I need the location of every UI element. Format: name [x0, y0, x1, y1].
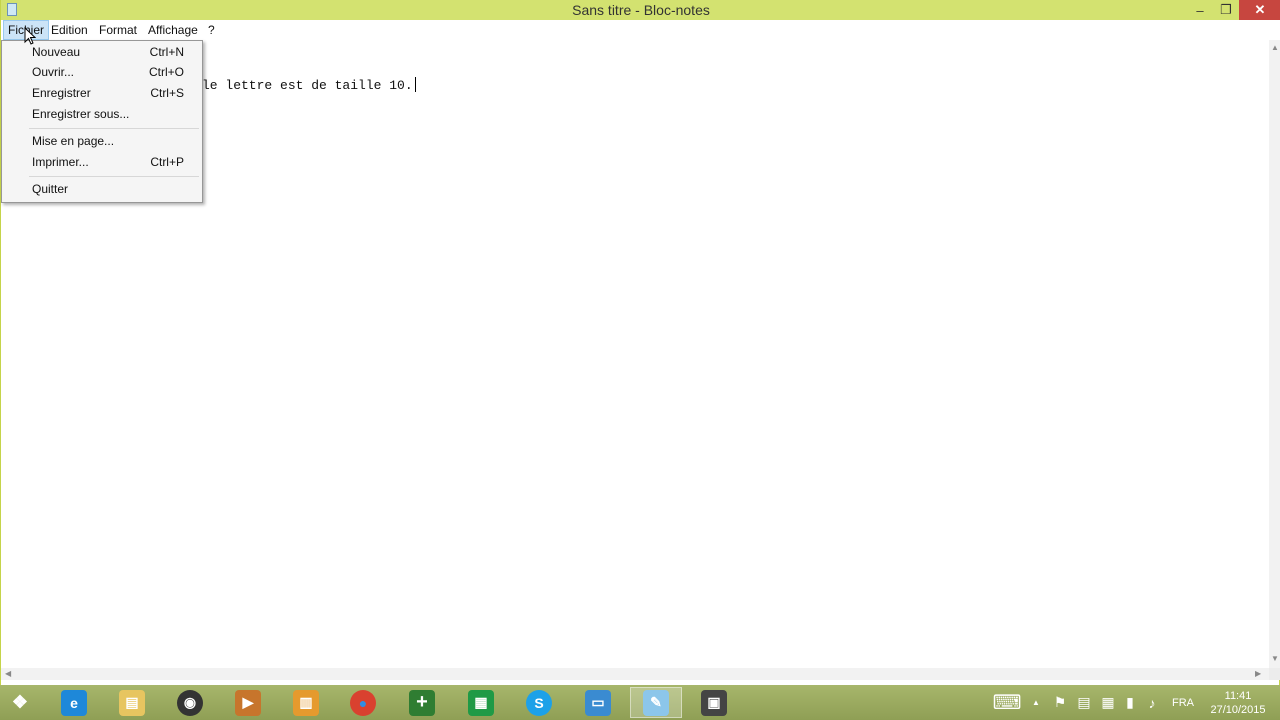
scroll-left-icon[interactable]: ◀ [5, 669, 11, 678]
menu-affichage[interactable]: Affichage [144, 20, 202, 40]
menu-item-label: Enregistrer sous... [32, 107, 130, 121]
clock-time: 11:41 [1224, 690, 1252, 702]
menu-item-label: Enregistrer [32, 86, 91, 100]
menu-edition[interactable]: Edition [47, 20, 92, 40]
keyboard-icon[interactable]: ⌨ [990, 685, 1024, 720]
desktop-icon: ▭ [585, 689, 611, 716]
menu-item-shortcut: Ctrl+P [150, 155, 184, 169]
editor-visible-text: le lettre est de taille 10. [202, 78, 413, 93]
media-speaker-icon: ◉ [177, 689, 203, 716]
action-center-icon[interactable]: ⚑ [1050, 685, 1070, 720]
title-bar[interactable]: Sans titre - Bloc-notes – ❐ ✕ [1, 0, 1280, 20]
taskbar-store[interactable]: ▦ [455, 687, 507, 718]
store-icon: ▦ [468, 689, 494, 716]
display-icon[interactable]: ▦ [1098, 685, 1118, 720]
menu-item-mise-en-page[interactable]: Mise en page... [3, 131, 201, 151]
menu-item-quitter[interactable]: Quitter [3, 179, 201, 199]
taskbar: ❖ e ▤ ◉ ▶ ▥ ● + ▦ S ▭ ✎ ▣ ⌨ ▲ ⚑ ▤ ▦ ▮ ♪ … [0, 685, 1280, 720]
media-player-icon: ▶ [235, 689, 261, 716]
menu-help[interactable]: ? [204, 20, 219, 40]
taskbar-notepad[interactable]: ✎ [630, 687, 682, 718]
menu-item-shortcut: Ctrl+N [149, 45, 184, 59]
clock-date: 27/10/2015 [1210, 704, 1266, 716]
taskbar-archive[interactable]: ▥ [280, 687, 332, 718]
language-indicator[interactable]: FRA [1168, 685, 1198, 720]
menu-item-ouvrir[interactable]: Ouvrir... Ctrl+O [3, 62, 201, 82]
video-camera-icon: ▣ [701, 689, 727, 716]
show-hidden-icons-button[interactable]: ▲ [1028, 685, 1044, 720]
notepad-icon: ✎ [643, 689, 669, 716]
menu-item-label: Ouvrir... [32, 65, 75, 79]
menu-bar: Fichier Edition Format Affichage ? [1, 20, 1280, 40]
menu-item-shortcut: Ctrl+O [148, 65, 184, 79]
skype-icon: S [526, 689, 552, 716]
scroll-up-icon[interactable]: ▲ [1271, 43, 1279, 52]
menu-item-label: Mise en page... [32, 134, 115, 148]
scrollbar-corner [1269, 668, 1280, 680]
taskbar-desktop[interactable]: ▭ [572, 687, 624, 718]
game-add-icon: + [409, 689, 435, 716]
scroll-right-icon[interactable]: ▶ [1255, 669, 1261, 678]
taskbar-media-player[interactable]: ▶ [222, 687, 274, 718]
volume-icon[interactable]: ♪ [1142, 685, 1162, 720]
network-icon[interactable]: ▤ [1074, 685, 1094, 720]
chrome-icon: ● [350, 689, 376, 716]
vertical-scrollbar[interactable]: ▲ ▼ [1269, 40, 1280, 668]
scroll-down-icon[interactable]: ▼ [1271, 654, 1279, 663]
close-button[interactable]: ✕ [1239, 0, 1280, 20]
menu-separator [29, 176, 199, 177]
internet-explorer-icon: e [61, 689, 87, 716]
taskbar-video-camera[interactable]: ▣ [688, 687, 740, 718]
menu-item-shortcut: Ctrl+S [150, 86, 184, 100]
battery-icon[interactable]: ▮ [1120, 685, 1140, 720]
file-explorer-icon: ▤ [119, 689, 145, 716]
horizontal-scrollbar[interactable]: ◀ ▶ [1, 668, 1269, 680]
menu-item-label: Imprimer... [32, 155, 89, 169]
taskbar-chrome[interactable]: ● [337, 687, 389, 718]
taskbar-file-explorer[interactable]: ▤ [106, 687, 158, 718]
taskbar-internet-explorer[interactable]: e [48, 687, 100, 718]
start-icon: ❖ [11, 692, 29, 712]
menu-item-label: Quitter [32, 182, 69, 196]
system-clock[interactable]: 11:41 27/10/2015 [1200, 689, 1276, 717]
menu-format[interactable]: Format [95, 20, 141, 40]
minimize-button[interactable]: – [1187, 0, 1213, 20]
window-title: Sans titre - Bloc-notes [572, 2, 710, 18]
menu-item-imprimer[interactable]: Imprimer... Ctrl+P [3, 152, 201, 172]
restore-button[interactable]: ❐ [1213, 0, 1239, 20]
text-caret [414, 77, 416, 92]
editor-content: le lettre est de taille 10. [202, 77, 416, 93]
menu-separator [29, 128, 199, 129]
start-button[interactable]: ❖ [0, 687, 46, 718]
menu-item-enregistrer[interactable]: Enregistrer Ctrl+S [3, 83, 201, 103]
taskbar-media-speaker[interactable]: ◉ [164, 687, 216, 718]
menu-item-enregistrer-sous[interactable]: Enregistrer sous... [3, 104, 201, 124]
menu-item-nouveau[interactable]: Nouveau Ctrl+N [3, 42, 201, 62]
taskbar-skype[interactable]: S [513, 687, 565, 718]
mouse-pointer-icon [24, 27, 36, 45]
taskbar-game-add[interactable]: + [396, 687, 448, 718]
file-menu-dropdown: Nouveau Ctrl+N Ouvrir... Ctrl+O Enregist… [1, 40, 203, 203]
menu-item-label: Nouveau [32, 45, 81, 59]
archive-icon: ▥ [293, 689, 319, 716]
